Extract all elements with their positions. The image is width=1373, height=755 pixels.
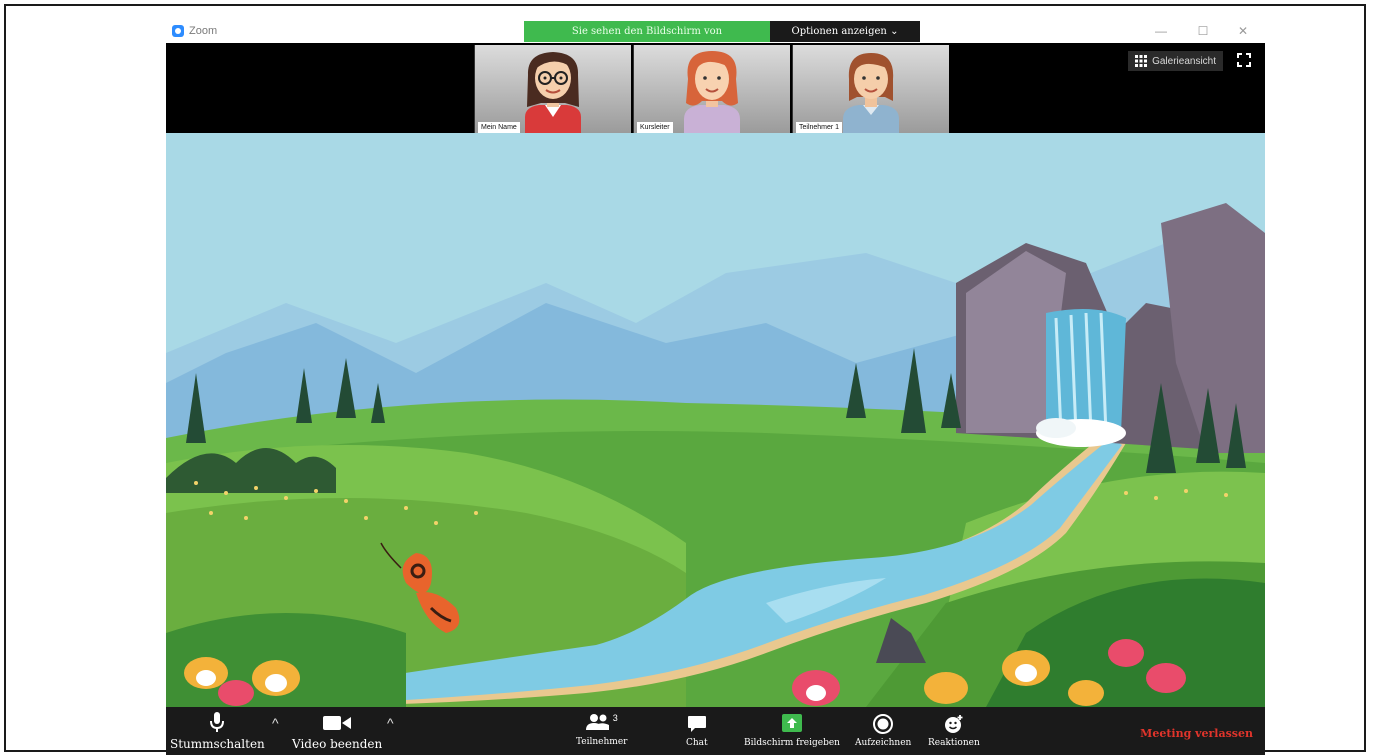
- video-options-caret[interactable]: ^: [387, 715, 394, 731]
- microphone-icon: [210, 712, 225, 732]
- avatar: [684, 51, 740, 133]
- app-title-text: Zoom: [189, 25, 218, 37]
- participant-tile[interactable]: Kursleiter: [633, 45, 790, 133]
- audio-options-caret[interactable]: ^: [272, 715, 279, 731]
- landscape-illustration: [166, 133, 1265, 707]
- close-button[interactable]: ✕: [1234, 24, 1252, 38]
- record-button[interactable]: Aufzeichnen: [855, 713, 911, 748]
- reactions-label: Reaktionen: [928, 738, 980, 748]
- video-camera-icon: [323, 716, 352, 730]
- chevron-down-icon: ⌄: [890, 26, 899, 37]
- stop-video-label: Video beenden: [292, 737, 383, 751]
- app-title: Zoom: [172, 25, 217, 37]
- zoom-window: Zoom Sie sehen den Bildschirm von Option…: [166, 21, 1265, 755]
- participant-tile[interactable]: Mein Name: [474, 45, 631, 133]
- reactions-button[interactable]: Reaktionen: [928, 713, 980, 748]
- record-icon: [873, 714, 894, 734]
- participant-name: Kursleiter: [637, 122, 673, 133]
- video-strip: Mein Name Kursleiter Teilnehmer 1 Galeri…: [166, 43, 1265, 133]
- fullscreen-icon[interactable]: [1237, 53, 1251, 67]
- participant-name: Teilnehmer 1: [796, 122, 843, 133]
- view-options-button[interactable]: Optionen anzeigen ⌄: [770, 21, 920, 42]
- participants-icon: [585, 714, 609, 730]
- view-options-label: Optionen anzeigen: [791, 26, 887, 37]
- avatar: [843, 53, 899, 133]
- leave-meeting-button[interactable]: Meeting verlassen: [1140, 727, 1253, 740]
- gallery-view-label: Galerieansicht: [1152, 55, 1216, 67]
- maximize-button[interactable]: ☐: [1194, 24, 1212, 38]
- gallery-view-button[interactable]: Galerieansicht: [1128, 51, 1223, 71]
- shared-screen: [166, 133, 1265, 707]
- participants-button[interactable]: 3 Teilnehmer: [576, 713, 627, 747]
- mute-label: Stummschalten: [170, 737, 265, 751]
- chat-icon: [687, 716, 706, 732]
- chat-label: Chat: [686, 738, 708, 748]
- share-screen-button[interactable]: Bildschirm freigeben: [744, 714, 840, 748]
- avatar: [525, 52, 581, 133]
- share-screen-icon: [781, 714, 802, 732]
- chat-button[interactable]: Chat: [686, 715, 708, 748]
- reactions-icon: [944, 715, 963, 733]
- participants-label: Teilnehmer: [576, 737, 628, 747]
- record-label: Aufzeichnen: [855, 738, 912, 748]
- stop-video-button[interactable]: Video beenden: [292, 713, 382, 751]
- zoom-logo-icon: [172, 25, 184, 37]
- share-screen-label: Bildschirm freigeben: [744, 738, 840, 748]
- screen-share-banner: Sie sehen den Bildschirm von: [524, 21, 770, 42]
- title-bar: Zoom Sie sehen den Bildschirm von Option…: [166, 21, 1265, 44]
- grid-icon: [1135, 55, 1148, 67]
- participants-count: 3: [612, 713, 618, 723]
- participant-name: Mein Name: [478, 122, 520, 133]
- mute-button[interactable]: Stummschalten: [170, 711, 265, 751]
- participant-tile[interactable]: Teilnehmer 1: [792, 45, 949, 133]
- minimize-button[interactable]: —: [1152, 24, 1170, 38]
- meeting-toolbar: Stummschalten ^ Video beenden ^ 3 Teilne…: [166, 707, 1265, 755]
